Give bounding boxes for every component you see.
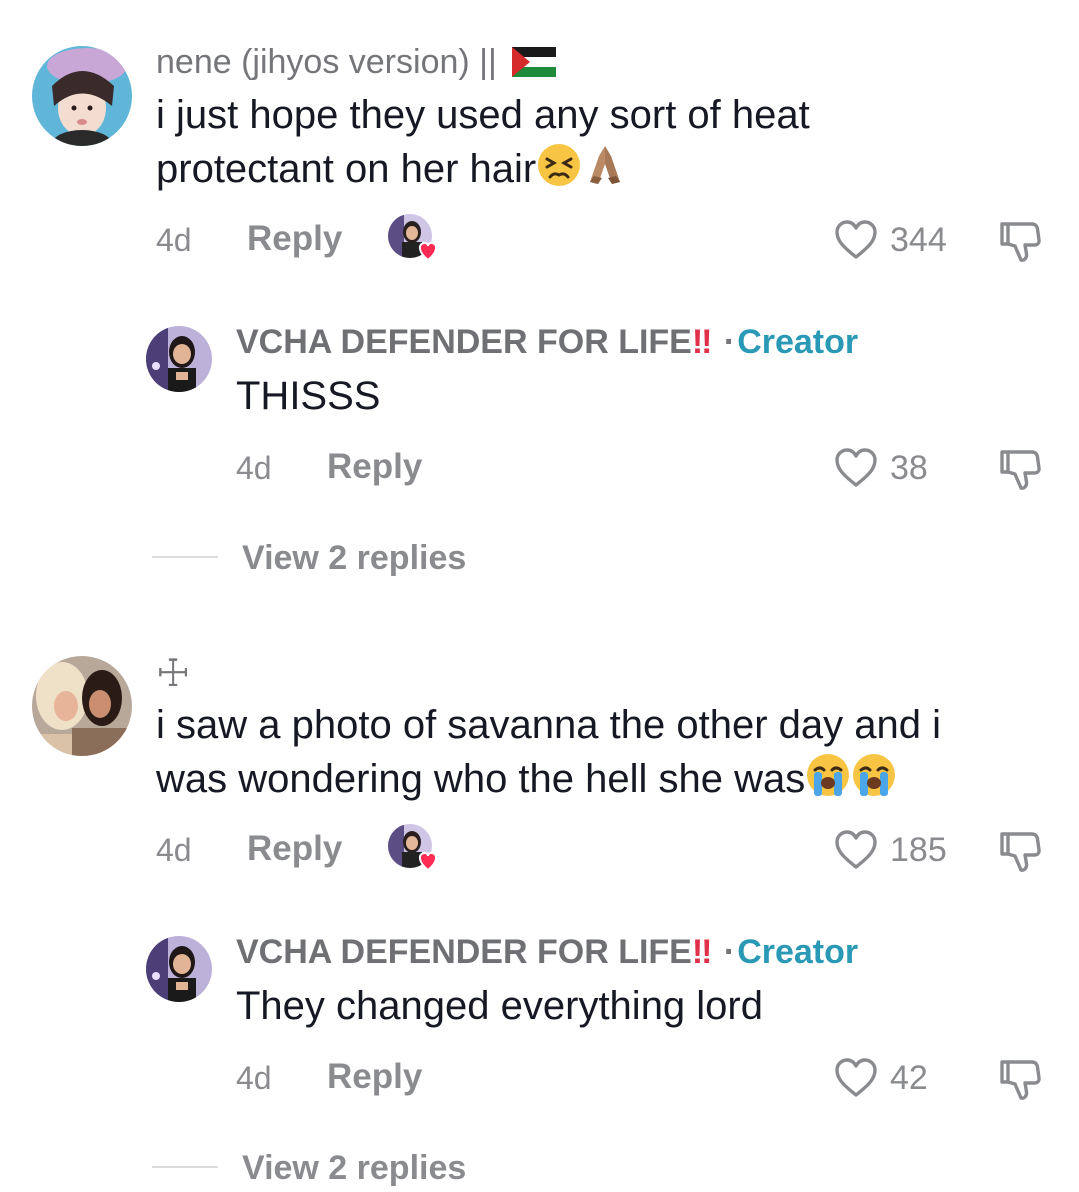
heart-outline-icon[interactable] bbox=[834, 446, 878, 490]
separator-dot: · bbox=[723, 323, 736, 361]
view-replies-button[interactable]: View 2 replies bbox=[242, 538, 466, 578]
thumbs-down-icon[interactable] bbox=[998, 446, 1042, 492]
like-icon-svg bbox=[835, 830, 877, 869]
double-exclamation-icon: ‼ bbox=[691, 933, 713, 971]
like-count: 38 bbox=[890, 449, 928, 487]
comment-time: 4d bbox=[156, 832, 192, 868]
username-text: nene (jihyos version) || bbox=[156, 43, 497, 81]
like-count: 42 bbox=[890, 1059, 928, 1097]
creator-username-text: VCHA DEFENDER FOR LIFE bbox=[236, 933, 692, 971]
comment-text: was wondering who the hell she was bbox=[156, 757, 806, 801]
creator-avatar-icon bbox=[388, 214, 438, 262]
comment-time: 4d bbox=[156, 222, 192, 258]
comment-username[interactable]: ☩ bbox=[156, 654, 190, 694]
creator-badge: Creator bbox=[737, 933, 859, 971]
creator-avatar-icon bbox=[388, 824, 438, 872]
creator-liked-badge bbox=[388, 824, 440, 872]
comment-text: protectant on her hair bbox=[156, 147, 537, 191]
dislike-icon-svg bbox=[1000, 1060, 1041, 1100]
like-icon-svg bbox=[835, 220, 877, 259]
comment-text-line-2: protectant on her hair bbox=[156, 142, 628, 196]
heart-outline-icon[interactable] bbox=[834, 1056, 878, 1100]
divider bbox=[152, 556, 218, 558]
creator-liked-badge bbox=[388, 214, 440, 262]
separator-dot: · bbox=[723, 933, 736, 971]
thumbs-down-icon[interactable] bbox=[998, 218, 1042, 264]
creator-badge: Creator bbox=[737, 323, 859, 361]
reply-button[interactable]: Reply bbox=[327, 1057, 422, 1097]
loudly-crying-face-icon bbox=[853, 754, 896, 796]
dislike-icon-svg bbox=[1000, 450, 1041, 490]
comment-username[interactable]: nene (jihyos version) || bbox=[156, 42, 557, 82]
like-icon-svg bbox=[835, 1058, 877, 1097]
like-count: 344 bbox=[890, 221, 947, 259]
avatar-image bbox=[32, 656, 132, 756]
comment-text-line-1: i just hope they used any sort of heat bbox=[156, 93, 810, 137]
comment-text-line-1: i saw a photo of savanna the other day a… bbox=[156, 703, 941, 747]
persevering-face-icon bbox=[538, 144, 581, 186]
reply-username[interactable]: VCHA DEFENDER FOR LIFE‼ ·Creator bbox=[236, 932, 858, 972]
palestine-flag-icon bbox=[512, 47, 557, 77]
avatar-image bbox=[146, 936, 212, 1002]
reply-button[interactable]: Reply bbox=[247, 829, 342, 869]
reply-username[interactable]: VCHA DEFENDER FOR LIFE‼ ·Creator bbox=[236, 322, 858, 362]
avatar[interactable] bbox=[146, 326, 212, 392]
comment-text-line-2: was wondering who the hell she was bbox=[156, 752, 897, 806]
divider bbox=[152, 1166, 218, 1168]
avatar[interactable] bbox=[32, 46, 132, 146]
reply-button[interactable]: Reply bbox=[327, 447, 422, 487]
thumbs-down-icon[interactable] bbox=[998, 828, 1042, 874]
reply-text: They changed everything lord bbox=[236, 984, 763, 1028]
dislike-icon-svg bbox=[1000, 832, 1041, 872]
double-exclamation-icon: ‼ bbox=[691, 323, 713, 361]
folded-hands-icon bbox=[590, 146, 621, 184]
dislike-icon-svg bbox=[1000, 222, 1041, 262]
heart-outline-icon[interactable] bbox=[834, 828, 878, 872]
avatar[interactable] bbox=[32, 656, 132, 756]
loudly-crying-face-icon bbox=[807, 754, 850, 796]
avatar-image bbox=[32, 46, 132, 146]
reply-button[interactable]: Reply bbox=[247, 219, 342, 259]
avatar-image bbox=[146, 326, 212, 392]
view-replies-button[interactable]: View 2 replies bbox=[242, 1148, 466, 1188]
heart-outline-icon[interactable] bbox=[834, 218, 878, 262]
reply-time: 4d bbox=[236, 1060, 272, 1096]
thumbs-down-icon[interactable] bbox=[998, 1056, 1042, 1102]
reply-time: 4d bbox=[236, 450, 272, 486]
creator-username-text: VCHA DEFENDER FOR LIFE bbox=[236, 323, 692, 361]
like-icon-svg bbox=[835, 448, 877, 487]
avatar[interactable] bbox=[146, 936, 212, 1002]
like-count: 185 bbox=[890, 831, 947, 869]
reply-text: THISSS bbox=[236, 374, 381, 418]
